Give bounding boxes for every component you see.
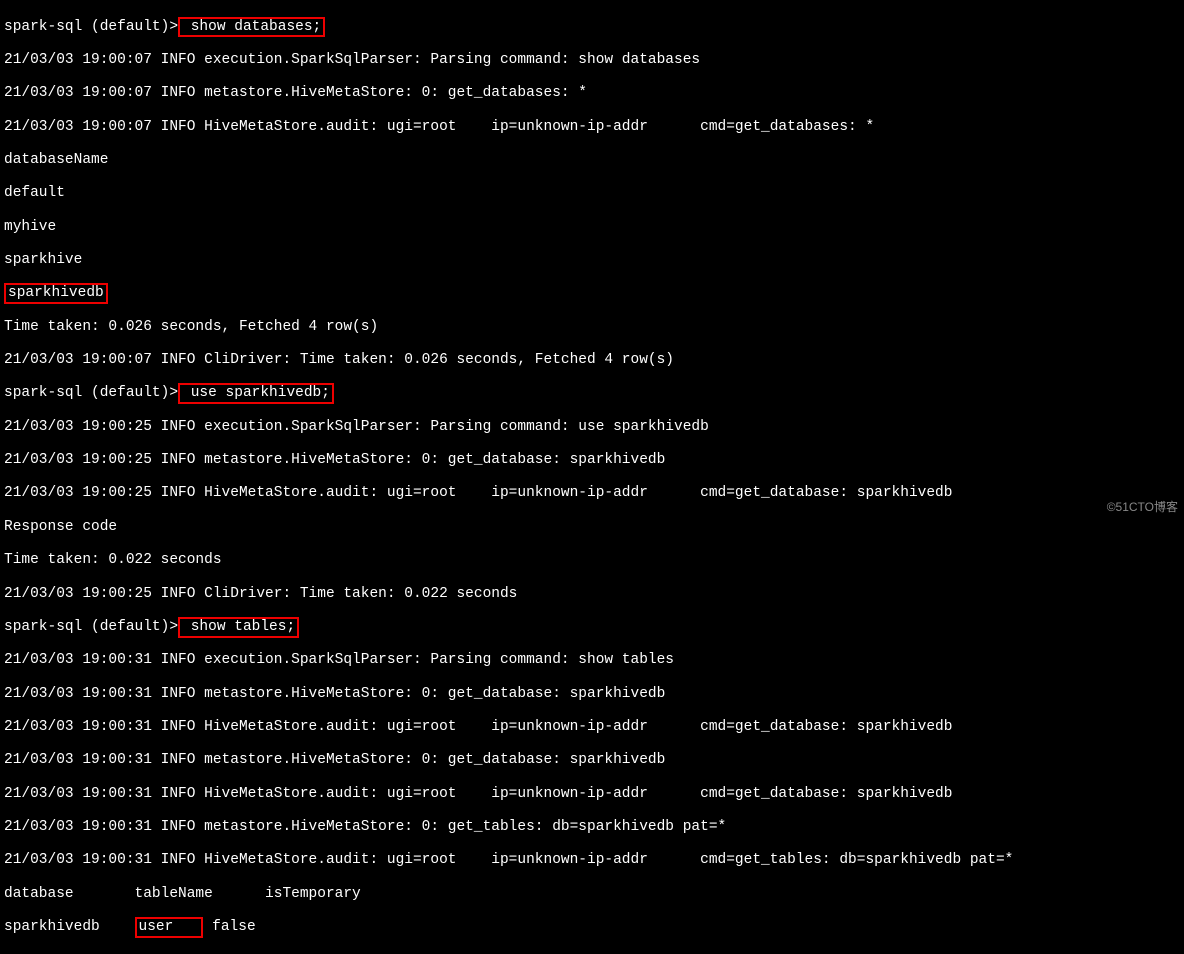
column-header: database tableName isTemporary	[4, 886, 1180, 903]
log-line: 21/03/03 19:00:25 INFO metastore.HiveMet…	[4, 452, 1180, 469]
log-line: 21/03/03 19:00:07 INFO metastore.HiveMet…	[4, 85, 1180, 102]
sql-prompt[interactable]: spark-sql (default)>	[4, 19, 178, 35]
watermark: ©51CTO博客	[1107, 501, 1178, 515]
table-row-istemp: false	[203, 919, 255, 935]
log-line: 21/03/03 19:00:07 INFO HiveMetaStore.aud…	[4, 119, 1180, 136]
time-taken: Time taken: 0.026 seconds, Fetched 4 row…	[4, 319, 1180, 336]
log-line: 21/03/03 19:00:31 INFO HiveMetaStore.aud…	[4, 852, 1180, 869]
terminal-output: spark-sql (default)> show databases; 21/…	[0, 0, 1184, 954]
log-line: 21/03/03 19:00:31 INFO metastore.HiveMet…	[4, 752, 1180, 769]
log-line: 21/03/03 19:00:31 INFO execution.SparkSq…	[4, 652, 1180, 669]
time-taken: Time taken: 0.022 seconds	[4, 552, 1180, 569]
command-show-databases: show databases;	[178, 17, 325, 38]
table-row-tablename-user: user	[135, 917, 204, 938]
log-line: 21/03/03 19:00:31 INFO metastore.HiveMet…	[4, 686, 1180, 703]
response-code: Response code	[4, 519, 1180, 536]
sql-prompt[interactable]: spark-sql (default)>	[4, 385, 178, 401]
command-show-tables: show tables;	[178, 617, 299, 638]
log-line: 21/03/03 19:00:07 INFO CliDriver: Time t…	[4, 352, 1180, 369]
log-line: 21/03/03 19:00:25 INFO CliDriver: Time t…	[4, 586, 1180, 603]
sql-prompt[interactable]: spark-sql (default)>	[4, 619, 178, 635]
db-row: sparkhive	[4, 252, 1180, 269]
log-line: 21/03/03 19:00:31 INFO metastore.HiveMet…	[4, 819, 1180, 836]
db-row-sparkhivedb: sparkhivedb	[4, 283, 108, 304]
db-row: default	[4, 185, 1180, 202]
log-line: 21/03/03 19:00:31 INFO HiveMetaStore.aud…	[4, 719, 1180, 736]
column-header: databaseName	[4, 152, 1180, 169]
log-line: 21/03/03 19:00:07 INFO execution.SparkSq…	[4, 52, 1180, 69]
table-row-db: sparkhivedb	[4, 919, 135, 935]
command-use-sparkhivedb: use sparkhivedb;	[178, 383, 334, 404]
log-line: 21/03/03 19:00:31 INFO HiveMetaStore.aud…	[4, 786, 1180, 803]
db-row: myhive	[4, 219, 1180, 236]
log-line: 21/03/03 19:00:25 INFO execution.SparkSq…	[4, 419, 1180, 436]
log-line: 21/03/03 19:00:25 INFO HiveMetaStore.aud…	[4, 485, 1180, 502]
